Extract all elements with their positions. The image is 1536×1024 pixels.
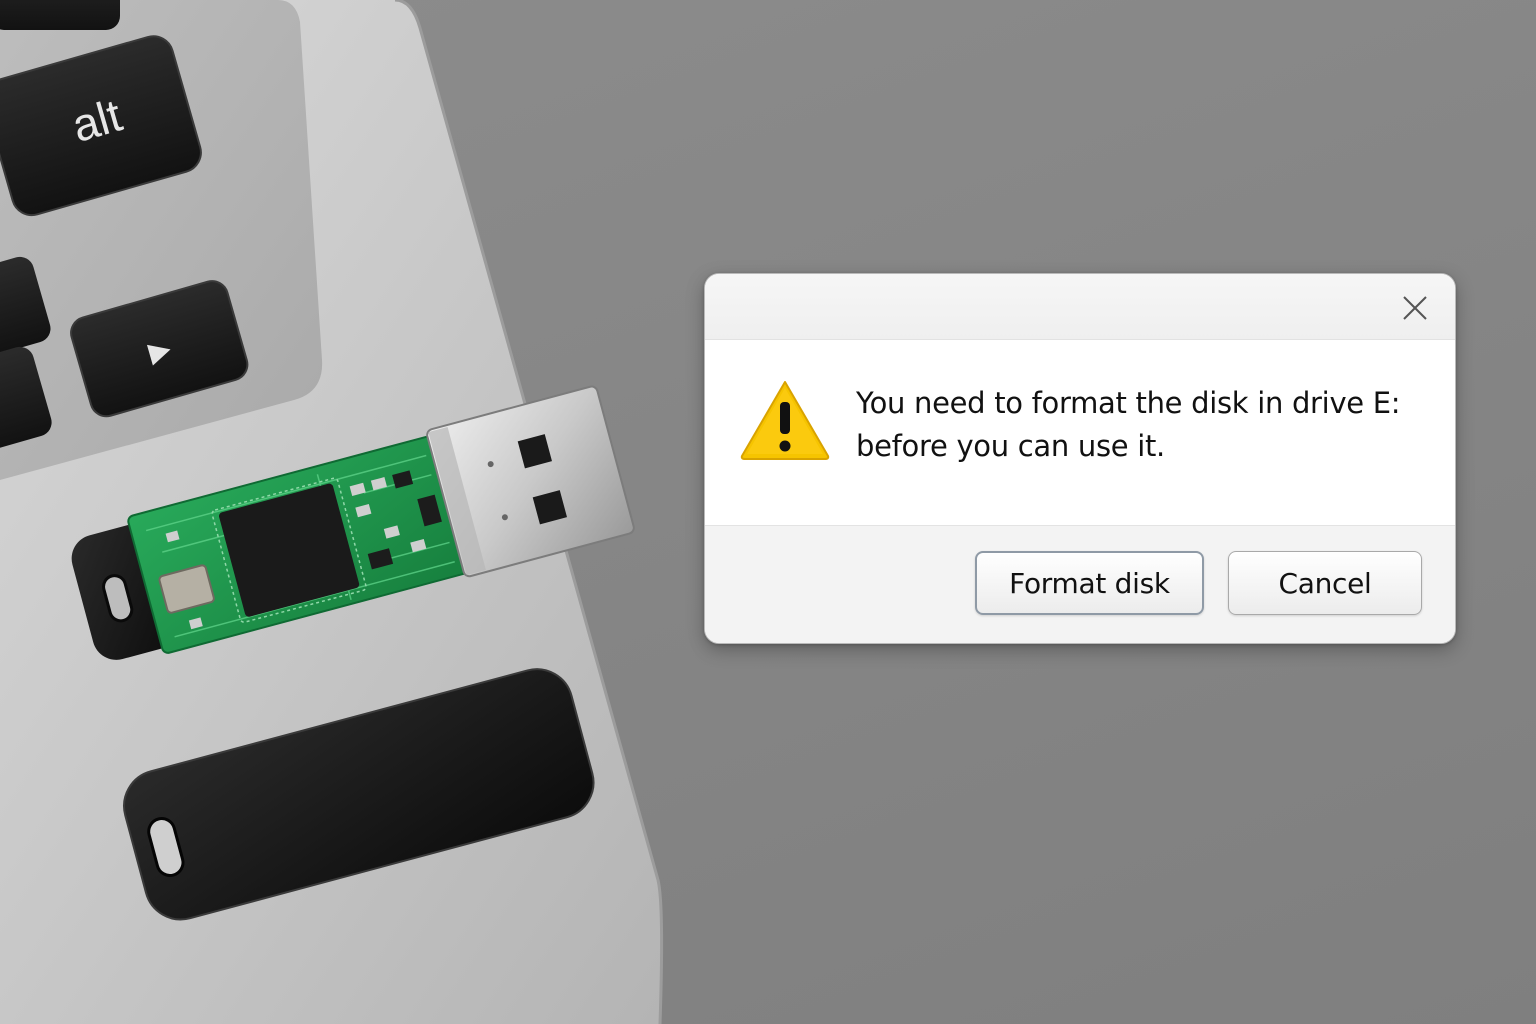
- dialog-body: You need to format the disk in drive E: …: [705, 340, 1455, 525]
- dialog-message: You need to format the disk in drive E: …: [856, 382, 1436, 468]
- key-top: [0, 0, 120, 30]
- message-line-2: before you can use it.: [856, 429, 1165, 463]
- message-line-1: You need to format the disk in drive E:: [856, 386, 1401, 420]
- dialog-footer: Format disk Cancel: [705, 525, 1455, 643]
- dialog-titlebar: [705, 274, 1455, 340]
- close-icon: [1403, 296, 1427, 320]
- warning-triangle-icon: [740, 381, 830, 460]
- close-button[interactable]: [1395, 288, 1435, 328]
- format-disk-dialog: You need to format the disk in drive E: …: [704, 273, 1456, 644]
- cancel-button[interactable]: Cancel: [1228, 551, 1422, 615]
- format-disk-button[interactable]: Format disk: [975, 551, 1204, 615]
